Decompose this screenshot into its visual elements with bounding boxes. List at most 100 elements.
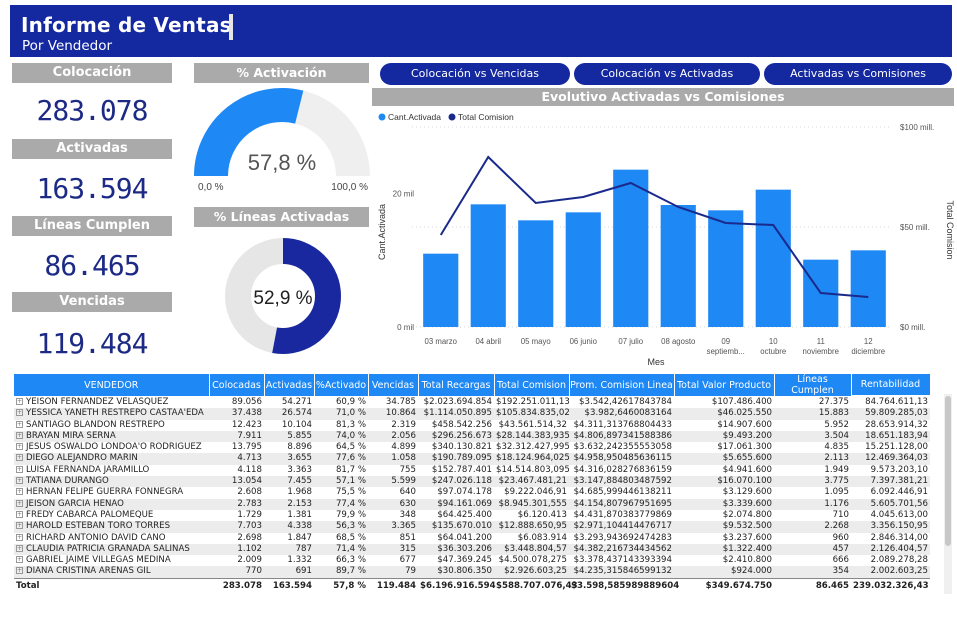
column-header[interactable]: Vencidas	[368, 374, 419, 396]
vendor-name-cell: + YEISON FERNANDEZ VELASQUEZ	[14, 396, 209, 408]
table-cell: $4.958,950485636115	[569, 453, 674, 465]
vendor-name: FREDY CABARCA PALOMEQUE	[26, 509, 154, 520]
expand-icon[interactable]: +	[16, 465, 23, 473]
expand-icon[interactable]: +	[16, 420, 23, 428]
table-row[interactable]: + BRAYAN MIRA SERNA 7.911 5.855 74,0 % 2.056 $…	[14, 430, 930, 443]
expand-icon[interactable]: +	[16, 409, 23, 417]
legend-swatch	[448, 113, 456, 121]
column-header[interactable]: VENDEDOR	[14, 374, 210, 396]
table-cell: $17.061.300	[717, 442, 772, 453]
table-cell: $1.322.400	[674, 543, 774, 556]
table-cell: $4.685,999446138211	[573, 487, 672, 498]
table-row[interactable]: + FREDY CABARCA PALOMEQUE 1.729 1.381 79,9 %…	[14, 510, 930, 521]
table-scroll-thumb[interactable]	[945, 396, 951, 546]
table-cell: 6.092.446,91	[870, 487, 928, 498]
expand-icon[interactable]: +	[16, 431, 23, 439]
table-cell: $3.129.600	[722, 487, 772, 498]
y-axis-label: Cant.Activada	[377, 204, 387, 260]
table-cell: $64.041.200	[437, 532, 492, 543]
table-cell: 2.783	[209, 498, 264, 510]
table-cell: 1.949	[824, 464, 849, 475]
gauge-value: 57,8 %	[248, 150, 317, 175]
table-cell: 666	[832, 555, 849, 566]
expand-icon[interactable]: +	[16, 499, 23, 507]
column-header[interactable]: Rentabilidad	[851, 374, 931, 397]
nav-colocacion-vs-activadas-button[interactable]: Colocación vs Activadas	[574, 63, 760, 85]
table-cell: $3.542,42617843784	[579, 396, 672, 407]
column-header[interactable]: Prom. Comision Linea	[569, 374, 675, 396]
x-tick-label: 06 junio	[570, 337, 598, 346]
column-header[interactable]: Activadas	[264, 374, 315, 396]
x-tick-label: 04 abril	[475, 337, 501, 346]
report-title: Informe de Ventas	[21, 13, 232, 37]
table-cell: $6.120.413	[517, 509, 567, 520]
column-header[interactable]: Total Comision	[494, 374, 570, 396]
expand-icon[interactable]: +	[16, 397, 23, 405]
bar-cant-activada[interactable]	[850, 250, 886, 327]
column-header[interactable]: Líneas Cumplen	[774, 374, 852, 396]
table-cell: $4.941.600	[722, 464, 772, 475]
table-cell: 56,3 %	[314, 521, 368, 533]
bar-cant-activada[interactable]	[613, 169, 649, 327]
legend-label[interactable]: Total Comision	[458, 112, 514, 122]
table-row[interactable]: + HERNAN FELIPE GUERRA FONNEGRA 2.608 1.968…	[14, 487, 930, 498]
table-cell: $3.982,6460083164	[569, 408, 674, 420]
table-cell: 9.573.203,10	[870, 464, 928, 475]
vendor-name-cell: + HAROLD ESTEBAN TORO TORRES	[14, 521, 209, 533]
table-cell: 4.045.613,00	[870, 509, 928, 520]
table-cell: $247.026.118	[418, 476, 494, 488]
table-row[interactable]: + DIANA CRISTINA ARENAS GIL 770 691 89,7 % 79…	[14, 566, 930, 579]
table-cell: $16.070.100	[674, 476, 774, 488]
nav-activadas-vs-comisiones-button[interactable]: Activadas vs Comisiones	[764, 63, 952, 85]
table-cell: 77,4 %	[314, 498, 368, 510]
table-row[interactable]: + YESSICA YANETH RESTREPO CASTAÃ'EDA 37.43…	[14, 408, 930, 420]
expand-icon[interactable]: +	[16, 443, 23, 451]
column-header[interactable]: Total Valor Producto	[674, 374, 775, 396]
expand-icon[interactable]: +	[16, 488, 23, 496]
table-row[interactable]: + HAROLD ESTEBAN TORO TORRES 7.703 4.338 56,…	[14, 521, 930, 533]
bar-cant-activada[interactable]	[423, 253, 459, 327]
table-row[interactable]: + DIEGO ALEJANDRO MARIN 4.713 3.655 77,6 % 1.…	[14, 453, 930, 465]
column-header[interactable]: Total Recargas	[418, 374, 495, 396]
table-row[interactable]: + CLAUDIA PATRICIA GRANADA SALINAS 1.102 78…	[14, 543, 930, 556]
table-cell: 1.847	[287, 532, 312, 543]
column-header[interactable]: Colocadas	[209, 374, 265, 396]
expand-icon[interactable]: +	[16, 567, 23, 575]
expand-icon[interactable]: +	[16, 477, 23, 485]
column-header[interactable]: %Activado	[314, 374, 369, 396]
total-cell: 57,8 %	[314, 577, 368, 593]
table-cell: 57,1 %	[314, 476, 368, 488]
table-row[interactable]: + TATIANA DURANGO 13.054 7.455 57,1 % 5.599 $2…	[14, 476, 930, 488]
expand-icon[interactable]: +	[16, 522, 23, 530]
table-row[interactable]: + JEISON GARCIA HENAO 2.783 2.153 77,4 % 630 $…	[14, 498, 930, 510]
expand-icon[interactable]: +	[16, 544, 23, 552]
activadas-vs-comisiones-chart: Cant.Activada Total Comision $0 mill. $50 …	[377, 112, 954, 367]
table-cell: 71,4 %	[314, 543, 368, 556]
table-cell: $190.789.095	[418, 453, 494, 465]
table-cell: 7.455	[264, 476, 314, 488]
table-row[interactable]: + RICHARD ANTONIO DAVID CANO 2.698 1.847 68,…	[14, 533, 930, 544]
expand-icon[interactable]: +	[16, 454, 23, 462]
table-row[interactable]: + LUISA FERNANDA JARAMILLO 4.118 3.363 81,7 …	[14, 465, 930, 476]
vendor-name-cell: + RICHARD ANTONIO DAVID CANO	[14, 533, 209, 544]
table-row[interactable]: + SANTIAGO BLANDON RESTREPO 12.423 10.104 81…	[14, 420, 930, 431]
table-scrollbar[interactable]	[944, 394, 952, 594]
bar-cant-activada[interactable]	[518, 220, 554, 327]
bar-cant-activada[interactable]	[660, 205, 696, 327]
table-cell: 755	[399, 464, 416, 475]
bar-cant-activada[interactable]	[470, 204, 506, 327]
nav-colocacion-vs-vencidas-button[interactable]: Colocación vs Vencidas	[380, 63, 570, 85]
y-tick-label: 20 mil	[393, 190, 415, 199]
expand-icon[interactable]: +	[16, 556, 23, 564]
bar-cant-activada[interactable]	[708, 210, 744, 327]
y2-axis-label: Total Comision	[945, 200, 954, 259]
expand-icon[interactable]: +	[16, 510, 23, 518]
table-row[interactable]: + GABRIEL JAIME VILLEGAS MEDINA 2.009 1.332…	[14, 555, 930, 566]
table-row[interactable]: + YEISON FERNANDEZ VELASQUEZ 89.056 54.271 6…	[14, 396, 930, 408]
bar-cant-activada[interactable]	[565, 212, 601, 327]
bar-cant-activada[interactable]	[755, 189, 791, 327]
expand-icon[interactable]: +	[16, 533, 23, 541]
table-row[interactable]: + JESUS OSWALDO LONDOÃ'O RODRIGUEZ 13.795 8…	[14, 442, 930, 453]
table-cell: 66,3 %	[335, 555, 366, 566]
legend-label[interactable]: Cant.Activada	[388, 112, 441, 122]
